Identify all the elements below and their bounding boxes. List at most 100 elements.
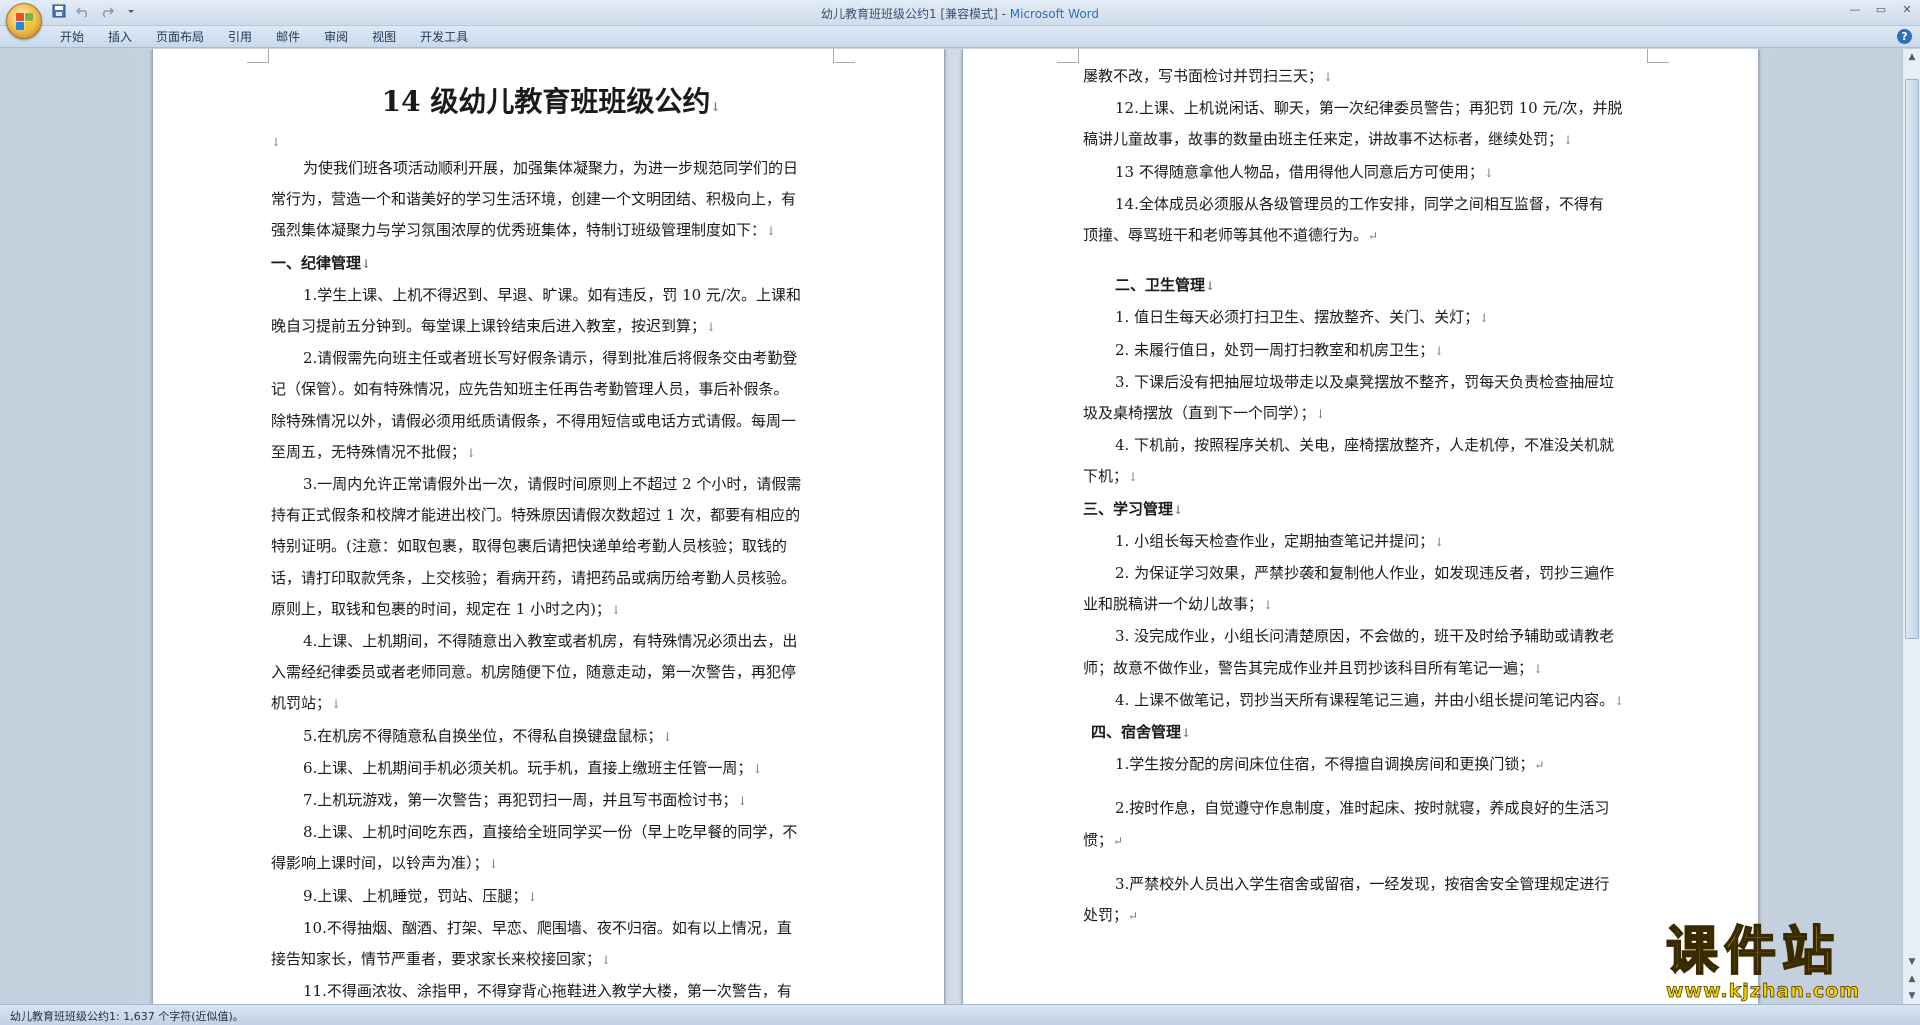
paragraph-line[interactable]: 2.请假需先向班主任或者班长写好假条请示，得到批准后将假条交由考勤登 xyxy=(271,343,831,374)
paragraph-mark: ↓ xyxy=(706,320,717,335)
paragraph-line[interactable]: 持有正式假条和校牌才能进出校门。特殊原因请假次数超过 1 次，都要有相应的 xyxy=(271,500,831,531)
paragraph-mark: ↓ xyxy=(1434,534,1445,549)
scrollbar-thumb[interactable] xyxy=(1905,79,1919,639)
window-title: 幼儿教育班班级公约1 [兼容模式] - Microsoft Word xyxy=(0,5,1920,22)
tab-review[interactable]: 审阅 xyxy=(312,29,360,46)
empty-paragraph[interactable]: ↓ xyxy=(271,130,831,153)
paragraph-mark: ↓ xyxy=(1205,279,1216,294)
paragraph-line[interactable]: 9.上课、上机睡觉，罚站、压腿；↓ xyxy=(271,881,831,913)
paragraph-line[interactable]: 记（保管）。如有特殊情况，应先告知班主任再告考勤管理人员，事后补假条。 xyxy=(271,374,831,405)
help-icon[interactable]: ? xyxy=(1897,29,1912,44)
paragraph-line[interactable]: 1.学生按分配的房间床位住宿，不得擅自调换房间和更换门锁；↵ xyxy=(1083,749,1648,781)
word-count-status[interactable]: 幼儿教育班班级公约1: 1,637 个字符(近似值)。 xyxy=(10,1008,244,1024)
paragraph-mark: ↓ xyxy=(610,602,621,617)
vertical-scrollbar[interactable]: ▲ ▼ ▲ ▼ xyxy=(1902,49,1920,1004)
paragraph-line[interactable]: 3.严禁校外人员出入学生宿舍或留宿，一经发现，按宿舍安全管理规定进行 xyxy=(1083,869,1648,900)
paragraph-line[interactable]: 11.不得画浓妆、涂指甲，不得穿背心拖鞋进入教学大楼，第一次警告，有 xyxy=(271,976,831,1004)
paragraph-line[interactable]: 5.在机房不得随意私自换坐位，不得私自换键盘鼠标；↓ xyxy=(271,721,831,753)
paragraph-line[interactable]: 圾及桌椅摆放（直到下一个同学）；↓ xyxy=(1083,398,1648,430)
tab-developer[interactable]: 开发工具 xyxy=(408,29,480,46)
paragraph-line[interactable]: 14.全体成员必须服从各级管理员的工作安排，同学之间相互监督，不得有 xyxy=(1083,189,1648,220)
paragraph-line[interactable]: 8.上课、上机时间吃东西，直接给全班同学买一份（早上吃早餐的同学，不 xyxy=(271,817,831,848)
paragraph-line[interactable]: 除特殊情况以外，请假必须用纸质请假条，不得用短信或电话方式请假。每周一 xyxy=(271,406,831,437)
maximize-button[interactable]: ▭ xyxy=(1868,0,1894,20)
paragraph-line[interactable]: 3. 没完成作业，小组长问清楚原因，不会做的，班干及时给予辅助或请教老 xyxy=(1083,621,1648,652)
paragraph-line[interactable]: 惯；↵ xyxy=(1083,825,1648,857)
paragraph-mark: ↓ xyxy=(601,953,612,968)
paragraph-mark: ↵ xyxy=(1113,833,1124,848)
paragraph-line[interactable]: 得影响上课时间，以铃声为准）；↓ xyxy=(271,848,831,880)
paragraph-line[interactable]: 入需经纪律委员或者老师同意。机房随便下位，随意走动，第一次警告，再犯停 xyxy=(271,657,831,688)
paragraph-line[interactable]: 屡教不改，写书面检讨并罚扫三天；↓ xyxy=(1083,61,1648,93)
paragraph-line[interactable]: 至周五，无特殊情况不批假；↓ xyxy=(271,437,831,469)
tab-insert[interactable]: 插入 xyxy=(96,29,144,46)
document-title: 幼儿教育班班级公约1 [兼容模式] xyxy=(820,7,998,21)
previous-page-icon[interactable]: ▲ xyxy=(1904,971,1920,987)
paragraph-mark: ↵ xyxy=(1128,909,1139,924)
scroll-down-icon[interactable]: ▼ xyxy=(1904,954,1920,970)
page-2[interactable]: 屡教不改，写书面检讨并罚扫三天；↓ 12.上课、上机说闲话、聊天，第一次纪律委员警… xyxy=(962,49,1759,1004)
page-1[interactable]: 14 级幼儿教育班班级公约↓ ↓ 为使我们班各项活动顺利开展，加强集体凝聚力，为… xyxy=(152,49,945,1004)
paragraph-mark: ↓ xyxy=(1263,598,1274,613)
tab-page-layout[interactable]: 页面布局 xyxy=(144,29,216,46)
paragraph-line[interactable]: 特别证明。(注意：如取包裹，取得包裹后请把快递单给考勤人员核验；取钱的 xyxy=(271,531,831,562)
paragraph-line[interactable]: 13 不得随意拿他人物品，借用得他人同意后方可使用；↓ xyxy=(1083,157,1648,189)
paragraph-line[interactable]: 1. 值日生每天必须打扫卫生、摆放整齐、关门、关灯；↓ xyxy=(1083,302,1648,334)
paragraph-mark: ↓ xyxy=(331,697,342,712)
next-page-icon[interactable]: ▼ xyxy=(1904,988,1920,1004)
paragraph-line[interactable]: 接告知家长，情节严重者，要求家长来校接回家；↓ xyxy=(271,944,831,976)
paragraph-line[interactable]: 师；故意不做作业，警告其完成作业并且罚抄该科目所有笔记一遍；↓ xyxy=(1083,653,1648,685)
paragraph-line[interactable]: 处罚；↵ xyxy=(1083,900,1648,932)
tab-mailings[interactable]: 邮件 xyxy=(264,29,312,46)
paragraph-line[interactable]: 机罚站；↓ xyxy=(271,688,831,720)
paragraph-line[interactable]: 12.上课、上机说闲话、聊天，第一次纪律委员警告；再犯罚 10 元/次，并脱 xyxy=(1083,93,1648,124)
paragraph-line[interactable]: 3.一周内允许正常请假外出一次，请假时间原则上不超过 2 个小时，请假需 xyxy=(271,469,831,500)
paragraph-line[interactable]: 4. 上课不做笔记，罚抄当天所有课程笔记三遍，并由小组长提问笔记内容。↓ xyxy=(1083,685,1648,717)
paragraph-line[interactable]: 10.不得抽烟、酗酒、打架、早恋、爬围墙、夜不归宿。如有以上情况，直 xyxy=(271,913,831,944)
margin-corner xyxy=(1057,49,1079,63)
paragraph-mark: ↓ xyxy=(1533,661,1544,676)
section-heading[interactable]: 四、宿舍管理↓ xyxy=(1083,717,1648,749)
paragraph-line[interactable]: 话，请打印取款凭条，上交核验；看病开药，请把药品或病历给考勤人员核验。 xyxy=(271,563,831,594)
paragraph-line[interactable]: 2. 未履行值日，处罚一周打扫教室和机房卫生；↓ xyxy=(1083,335,1648,367)
scroll-up-icon[interactable]: ▲ xyxy=(1904,49,1920,65)
document-area: 14 级幼儿教育班班级公约↓ ↓ 为使我们班各项活动顺利开展，加强集体凝聚力，为… xyxy=(0,49,1902,1004)
paragraph-mark: ↓ xyxy=(1315,407,1326,422)
paragraph-line[interactable]: 4. 下机前，按照程序关机、关电，座椅摆放整齐，人走机停，不准没关机就 xyxy=(1083,430,1648,461)
section-heading[interactable]: 二、卫生管理↓ xyxy=(1083,270,1648,302)
paragraph-line[interactable]: 下机；↓ xyxy=(1083,461,1648,493)
paragraph-line[interactable]: 原则上，取钱和包裹的时间，规定在 1 小时之内)；↓ xyxy=(271,594,831,626)
paragraph-line[interactable]: 常行为，营造一个和谐美好的学习生活环境，创建一个文明团结、积极向上，有 xyxy=(271,184,831,215)
document-title-heading[interactable]: 14 级幼儿教育班班级公约↓ xyxy=(271,79,831,130)
paragraph-line[interactable]: 2.按时作息，自觉遵守作息制度，准时起床、按时就寝，养成良好的生活习 xyxy=(1083,793,1648,824)
section-heading[interactable]: 三、学习管理↓ xyxy=(1083,494,1648,526)
paragraph-line[interactable]: 业和脱稿讲一个幼儿故事；↓ xyxy=(1083,589,1648,621)
window-controls: — ▭ ✕ xyxy=(1842,0,1920,20)
paragraph-line[interactable]: 强烈集体凝聚力与学习氛围浓厚的优秀班集体，特制订班级管理制度如下：↓ xyxy=(271,215,831,247)
tab-home[interactable]: 开始 xyxy=(48,29,96,46)
minimize-button[interactable]: — xyxy=(1842,0,1868,20)
paragraph-line[interactable]: 顶撞、辱骂班干和老师等其他不道德行为。↵ xyxy=(1083,220,1648,252)
tab-view[interactable]: 视图 xyxy=(360,29,408,46)
page-2-body: 屡教不改，写书面检讨并罚扫三天；↓ 12.上课、上机说闲话、聊天，第一次纪律委员警… xyxy=(1083,61,1648,932)
paragraph-mark: ↓ xyxy=(1434,343,1445,358)
paragraph-line[interactable]: 为使我们班各项活动顺利开展，加强集体凝聚力，为进一步规范同学们的日 xyxy=(271,153,831,184)
office-button[interactable] xyxy=(6,3,42,39)
paragraph-line[interactable]: 3. 下课后没有把抽屉垃圾带走以及桌凳摆放不整齐，罚每天负责检查抽屉垃 xyxy=(1083,367,1648,398)
watermark-url: www.kjzhan.com xyxy=(1666,980,1861,1003)
paragraph-line[interactable]: 2. 为保证学习效果，严禁抄袭和复制他人作业，如发现违反者，罚抄三遍作 xyxy=(1083,558,1648,589)
paragraph-line[interactable]: 晚自习提前五分钟到。每堂课上课铃结束后进入教室，按迟到算；↓ xyxy=(271,311,831,343)
paragraph-line[interactable]: 1. 小组长每天检查作业，定期抽查笔记并提问；↓ xyxy=(1083,526,1648,558)
paragraph-line[interactable]: 7.上机玩游戏，第一次警告；再犯罚扫一周，并且写书面检讨书；↓ xyxy=(271,785,831,817)
paragraph-mark: ↵ xyxy=(1534,758,1545,773)
tab-references[interactable]: 引用 xyxy=(216,29,264,46)
section-heading[interactable]: 一、纪律管理↓ xyxy=(271,248,831,280)
paragraph-line[interactable]: 6.上课、上机期间手机必须关机。玩手机，直接上缴班主任管一周；↓ xyxy=(271,753,831,785)
title-bar: 幼儿教育班班级公约1 [兼容模式] - Microsoft Word — ▭ ✕ xyxy=(0,0,1920,39)
paragraph-line[interactable]: 1.学生上课、上机不得迟到、早退、旷课。如有违反，罚 10 元/次。上课和 xyxy=(271,280,831,311)
paragraph-line[interactable]: 4.上课、上机期间，不得随意出入教室或者机房，有特殊情况必须出去，出 xyxy=(271,626,831,657)
close-button[interactable]: ✕ xyxy=(1894,0,1920,20)
paragraph-line[interactable]: 稿讲儿童故事，故事的数量由班主任来定，讲故事不达标者，继续处罚；↓ xyxy=(1083,124,1648,156)
paragraph-mark: ↓ xyxy=(752,761,763,776)
paragraph-mark: ↓ xyxy=(1181,726,1192,741)
